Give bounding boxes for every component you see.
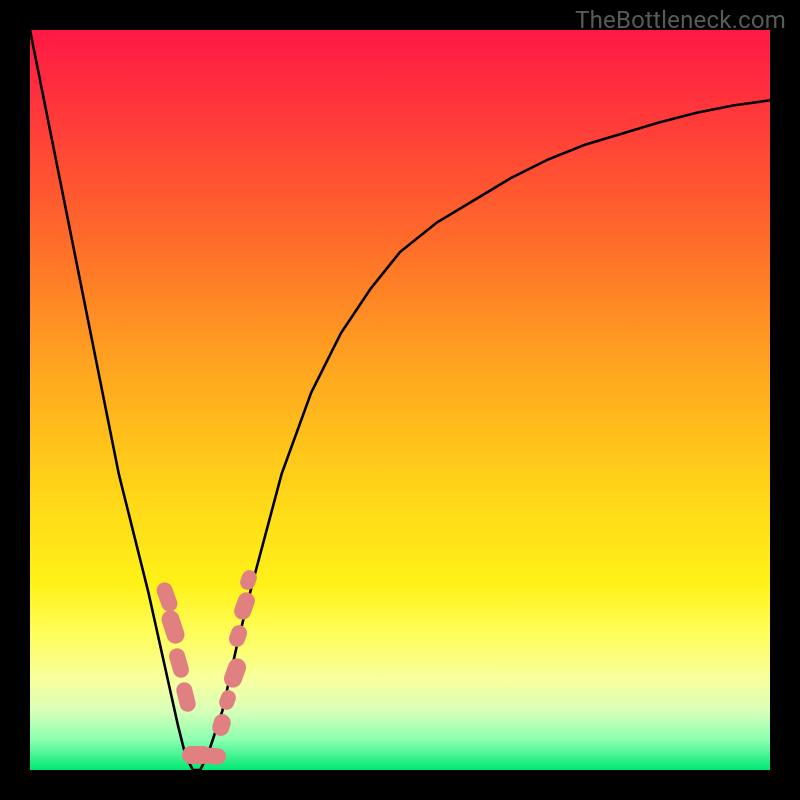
bottleneck-curve [30, 30, 770, 770]
chart-frame: TheBottleneck.com [0, 0, 800, 800]
curve-path [30, 30, 770, 770]
plot-area [30, 30, 770, 770]
watermark-text: TheBottleneck.com [575, 6, 786, 34]
data-bead [199, 747, 226, 765]
